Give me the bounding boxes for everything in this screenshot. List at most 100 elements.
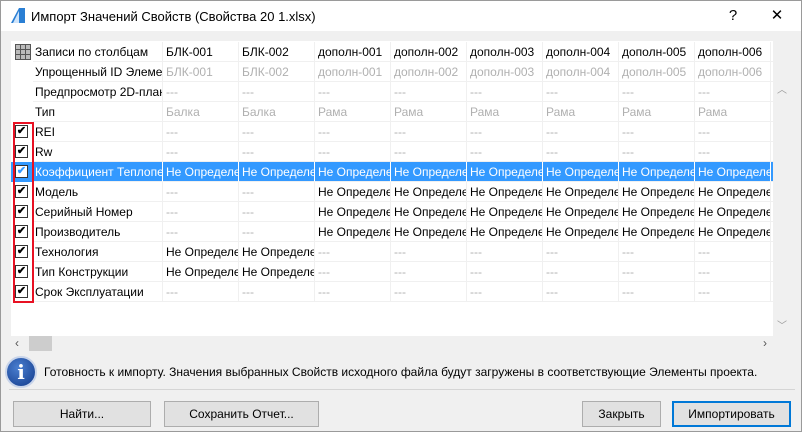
cell-value: --- [239, 222, 315, 242]
scroll-right-icon[interactable]: › [763, 336, 767, 350]
grid-layout-icon[interactable] [15, 44, 31, 60]
cell-value: --- [543, 122, 619, 142]
cell-value: Рама [695, 102, 771, 122]
cell-value: Не Определено [391, 202, 467, 222]
grid-header-row: Записи по столбцам БЛК-001 БЛК-002 дополн-0… [11, 42, 773, 62]
cell-value: --- [543, 282, 619, 302]
cell-value: --- [467, 242, 543, 262]
column-header[interactable]: БЛК-002 [239, 42, 315, 62]
checkbox-highlight-box [13, 122, 34, 303]
property-row[interactable]: ✔Коэффициент ТеплопередачиНе ОпределеноН… [11, 162, 773, 182]
cell-value: Не Определено [695, 222, 771, 242]
cell-value: --- [619, 122, 695, 142]
cell-value: Не Определено [391, 222, 467, 242]
cell-value: Не Определено [315, 222, 391, 242]
info-icon: i [5, 356, 37, 388]
cell-value: --- [239, 282, 315, 302]
property-row[interactable]: ✔ТехнологияНе ОпределеноНе Определено---… [11, 242, 773, 262]
column-header[interactable]: дополн-003 [467, 42, 543, 62]
cell-value: --- [391, 242, 467, 262]
find-button[interactable]: Найти... [13, 401, 151, 427]
cell-value: --- [163, 122, 239, 142]
title-bar: Импорт Значений Свойств (Свойства 20 1.x… [1, 1, 801, 31]
cell-value: Не Определено [315, 182, 391, 202]
property-row[interactable]: ✔Rw--------------------------- [11, 142, 773, 162]
scroll-up-icon[interactable]: ︿ [773, 81, 791, 96]
cell-value: --- [695, 142, 771, 162]
column-header[interactable]: БЛК-001 [163, 42, 239, 62]
cell-value: --- [543, 82, 619, 102]
cell-value: Рама [391, 102, 467, 122]
import-button[interactable]: Импортировать [672, 401, 791, 427]
cell-value: Рама [619, 102, 695, 122]
row-label: Производитель [33, 222, 163, 242]
cell-value: Не Определено [391, 182, 467, 202]
cell-value: Не Определено [163, 262, 239, 282]
cell-value: Не Определено [467, 182, 543, 202]
row-label: Модель [33, 182, 163, 202]
cell-value: Не Определено [543, 202, 619, 222]
cell-value: Балка [163, 102, 239, 122]
property-row[interactable]: ✔REI--------------------------- [11, 122, 773, 142]
help-button[interactable]: ? [713, 3, 753, 29]
cell-value: --- [239, 202, 315, 222]
close-window-button[interactable]: ✕ [757, 3, 797, 29]
cell-value: Не Определено [695, 162, 771, 182]
column-header[interactable]: дополн-005 [619, 42, 695, 62]
row-label: Срок Эксплуатации [33, 282, 163, 302]
cell-value: --- [619, 262, 695, 282]
cell-value: --- [163, 142, 239, 162]
cell-value: --- [619, 242, 695, 262]
cell-value: --- [391, 142, 467, 162]
cell-value: Не Определено [163, 162, 239, 182]
cell-value: Не Определено [315, 162, 391, 182]
cell-value: --- [239, 142, 315, 162]
column-header[interactable]: дополн-001 [315, 42, 391, 62]
cell-value: --- [163, 182, 239, 202]
scroll-left-icon[interactable]: ‹ [15, 336, 19, 350]
column-header[interactable]: дополн-004 [543, 42, 619, 62]
row-label: Тип [33, 102, 163, 122]
cell-value: --- [315, 82, 391, 102]
save-report-button[interactable]: Сохранить Отчет... [164, 401, 319, 427]
archicad-app-icon [11, 8, 25, 23]
property-row[interactable]: ✔Тип КонструкцииНе ОпределеноНе Определе… [11, 262, 773, 282]
horizontal-scrollbar[interactable]: ‹ › [11, 336, 773, 351]
close-button[interactable]: Закрыть [582, 401, 661, 427]
cell-value: дополн-005 [619, 62, 695, 82]
column-header[interactable]: дополн-006 [695, 42, 771, 62]
property-row[interactable]: ✔Производитель------Не ОпределеноНе Опре… [11, 222, 773, 242]
horizontal-scroll-thumb[interactable] [29, 336, 52, 351]
cell-value: БЛК-001 [163, 62, 239, 82]
cell-value: --- [391, 262, 467, 282]
property-row[interactable]: ✔Модель------Не ОпределеноНе ОпределеноН… [11, 182, 773, 202]
property-grid: Записи по столбцам БЛК-001 БЛК-002 дополн-0… [11, 41, 773, 336]
cell-value: Балка [239, 102, 315, 122]
property-row[interactable]: ✔Серийный Номер------Не ОпределеноНе Опр… [11, 202, 773, 222]
cell-value: --- [315, 242, 391, 262]
cell-value: Не Определено [695, 202, 771, 222]
cell-value: Не Определено [391, 162, 467, 182]
property-row[interactable]: ✔ Срок Эксплуатации --- --- --- --- --- --- --- -… [11, 282, 773, 302]
cell-value: Не Определено [543, 162, 619, 182]
row-label: REI [33, 122, 163, 142]
vertical-scrollbar[interactable]: ︿ ﹀ [773, 41, 791, 336]
cell-value: --- [391, 122, 467, 142]
cell-value: дополн-003 [467, 62, 543, 82]
cell-value: Не Определено [543, 222, 619, 242]
cell-value: дополн-004 [543, 62, 619, 82]
cell-value: --- [467, 82, 543, 102]
cell-value: --- [619, 142, 695, 162]
row-label: Коэффициент Теплопередачи [33, 162, 163, 182]
column-header[interactable]: дополн-002 [391, 42, 467, 62]
cell-value: Не Определено [543, 182, 619, 202]
cell-value: Рама [315, 102, 391, 122]
cell-value: --- [391, 282, 467, 302]
cell-value: --- [315, 282, 391, 302]
cell-value: --- [239, 122, 315, 142]
scroll-down-icon[interactable]: ﹀ [773, 317, 791, 332]
row-label: Упрощенный ID Элемента [33, 62, 163, 82]
cell-value: --- [163, 82, 239, 102]
window-title: Импорт Значений Свойств (Свойства 20 1.x… [31, 9, 316, 24]
cell-value: --- [239, 182, 315, 202]
